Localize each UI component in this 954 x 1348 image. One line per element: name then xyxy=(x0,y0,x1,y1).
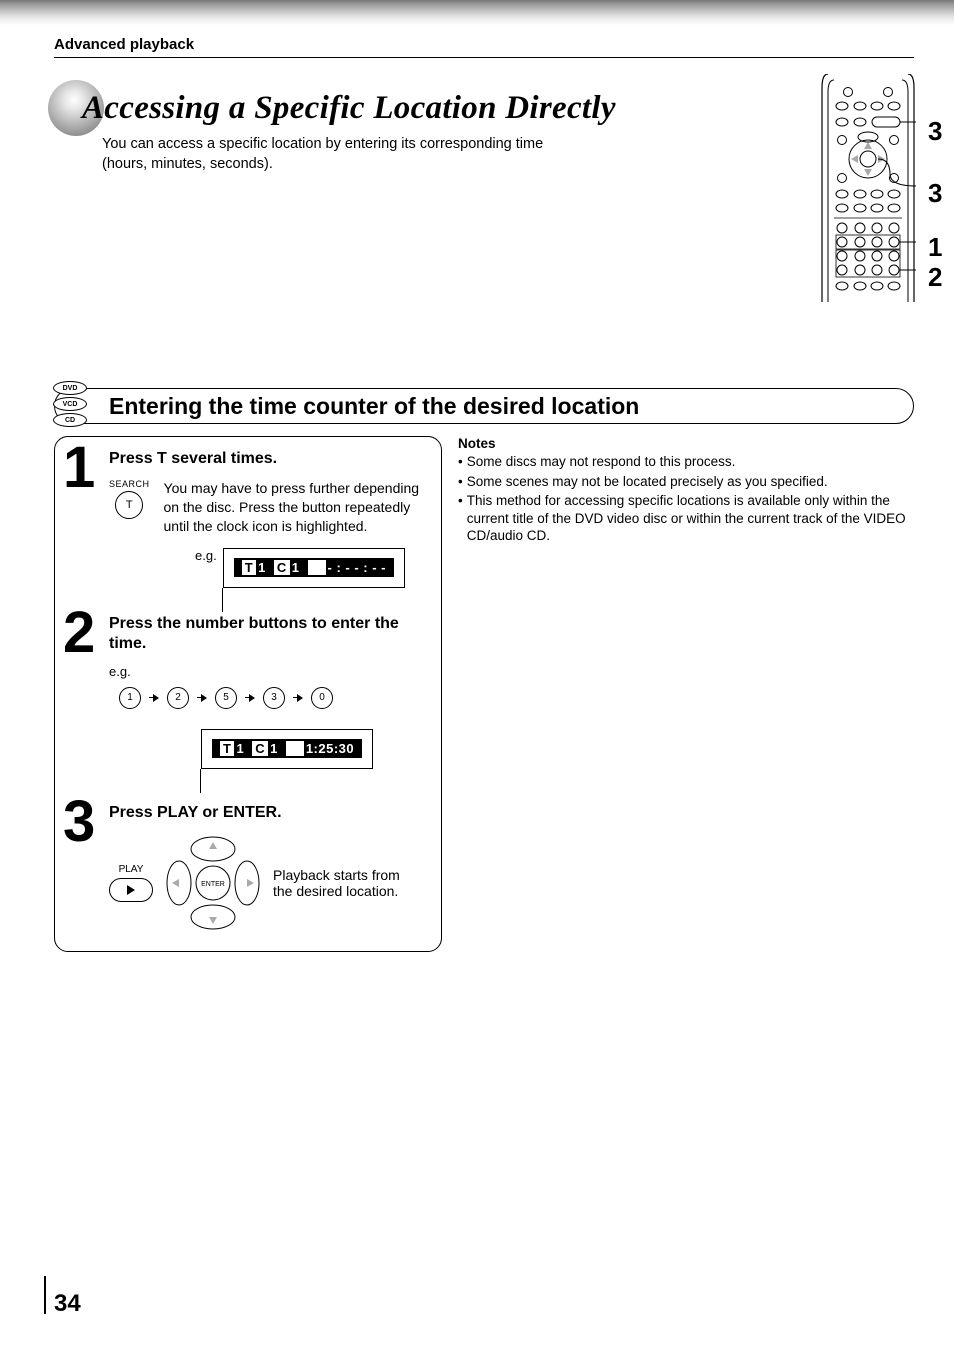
num-btn: 3 xyxy=(263,687,285,709)
osd-example-2: T1 C1 1:25:30 xyxy=(201,729,373,769)
osd-T: T xyxy=(220,741,234,756)
osd-C: C xyxy=(274,560,290,575)
enter-label: ENTER xyxy=(201,881,225,888)
osd-Tn: 1 xyxy=(236,741,244,756)
osd-C: C xyxy=(252,741,268,756)
step-3: 3 Press PLAY or ENTER. PLAY xyxy=(69,803,427,933)
number-sequence: 1 2 5 3 0 xyxy=(119,687,427,709)
page-number: 34 xyxy=(54,1290,81,1318)
step-2: 2 Press the number buttons to enter the … xyxy=(69,614,427,769)
remote-callout-3b: 3 xyxy=(928,178,942,209)
media-type-icons: DVD VCD CD xyxy=(53,381,87,427)
page-subtitle: You can access a specific location by en… xyxy=(54,135,574,174)
play-button-graphic: PLAY xyxy=(109,864,153,902)
step-number: 3 xyxy=(63,793,91,851)
t-button-icon: T xyxy=(115,491,143,519)
note-item: •This method for accessing specific loca… xyxy=(458,492,914,545)
num-btn: 2 xyxy=(167,687,189,709)
media-dvd-icon: DVD xyxy=(53,381,87,395)
media-vcd-icon: VCD xyxy=(53,397,87,411)
num-btn: 1 xyxy=(119,687,141,709)
section-title: Entering the time counter of the desired… xyxy=(109,393,639,420)
num-btn: 0 xyxy=(311,687,333,709)
search-label: SEARCH xyxy=(109,479,150,489)
step-body: You may have to press further depending … xyxy=(164,479,427,536)
media-cd-icon: CD xyxy=(53,413,87,427)
note-item: •Some scenes may not be located precisel… xyxy=(458,473,914,491)
osd-T: T xyxy=(242,560,256,575)
clock-icon xyxy=(311,560,323,572)
arrow-icon xyxy=(245,693,255,703)
eg-label: e.g. xyxy=(195,548,217,563)
notes-heading: Notes xyxy=(458,436,914,451)
play-label: PLAY xyxy=(119,864,144,875)
step-title: Press the number buttons to enter the ti… xyxy=(109,614,427,654)
breadcrumb: Advanced playback xyxy=(54,36,914,53)
remote-callout-1: 1 xyxy=(928,232,942,263)
page-number-rule xyxy=(44,1276,46,1314)
play-icon xyxy=(127,885,135,895)
arrow-icon xyxy=(149,693,159,703)
remote-callout-3a: 3 xyxy=(928,116,942,147)
step-body: Playback starts from the desired locatio… xyxy=(273,867,423,899)
notes: Notes •Some discs may not respond to thi… xyxy=(458,436,914,952)
step-title: Press PLAY or ENTER. xyxy=(109,803,427,823)
step-title: Press T several times. xyxy=(109,449,427,469)
osd-Cn: 1 xyxy=(270,741,278,756)
search-t-button: SEARCH T xyxy=(109,479,150,519)
arrow-icon xyxy=(293,693,303,703)
osd-Tn: 1 xyxy=(258,560,266,575)
osd-time: - : - - : - - xyxy=(328,560,386,575)
num-btn: 5 xyxy=(215,687,237,709)
steps-panel: 1 Press T several times. SEARCH T You ma… xyxy=(54,436,442,952)
page-title: Accessing a Specific Location Directly xyxy=(54,90,914,127)
arrow-icon xyxy=(197,693,207,703)
eg-label: e.g. xyxy=(109,664,427,679)
section-heading-bar: DVD VCD CD Entering the time counter of … xyxy=(54,388,914,424)
step-1: 1 Press T several times. SEARCH T You ma… xyxy=(69,449,427,588)
note-item: •Some discs may not respond to this proc… xyxy=(458,453,914,471)
step-number: 2 xyxy=(63,604,91,662)
clock-icon xyxy=(289,741,301,753)
step-number: 1 xyxy=(63,439,91,497)
osd-Cn: 1 xyxy=(292,560,300,575)
osd-time: 1:25:30 xyxy=(306,741,354,756)
osd-example-1: T1 C1 - : - - : - - xyxy=(223,548,405,588)
breadcrumb-rule xyxy=(54,57,914,58)
remote-callout-2: 2 xyxy=(928,262,942,293)
dpad-graphic: ENTER xyxy=(163,833,263,933)
